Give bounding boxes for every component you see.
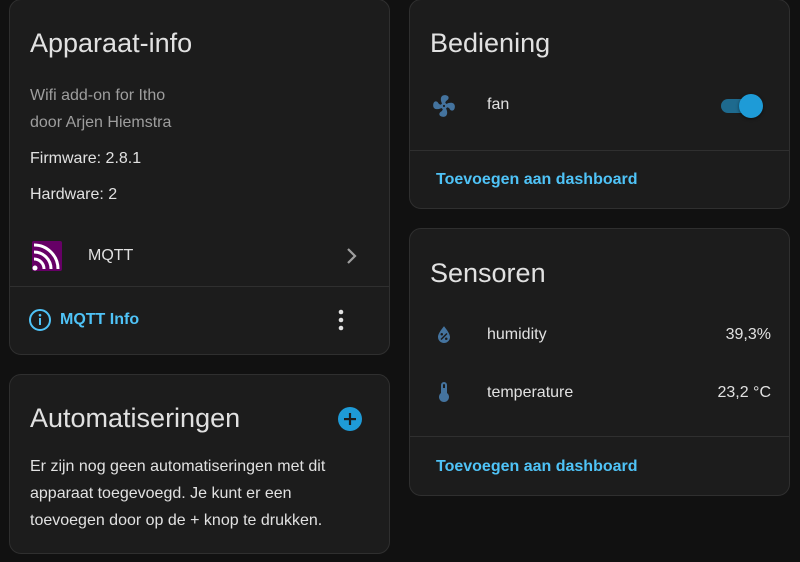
fan-toggle[interactable] <box>718 92 768 120</box>
automations-empty-line-3: toevoegen door op de + knop te drukken. <box>30 512 323 529</box>
device-model: Wifi add-on for Itho <box>30 87 166 104</box>
device-info-title: Apparaat-info <box>30 28 193 58</box>
sensors-title: Sensoren <box>430 258 546 288</box>
humidity-value: 39,3% <box>725 326 771 343</box>
mqtt-integration-row[interactable]: MQTT <box>10 230 389 282</box>
device-info-divider <box>10 286 389 287</box>
automations-empty-line-1: Er zijn nog geen automatiseringen met di… <box>30 458 326 475</box>
add-automation-icon[interactable] <box>337 406 363 432</box>
sensors-card: Sensoren humidity 39,3% temperature 23,2… <box>409 228 790 496</box>
fan-toggle-thumb <box>739 94 763 118</box>
firmware-version: Firmware: 2.8.1 <box>30 150 142 167</box>
automations-card: Automatiseringen Er zijn nog geen automa… <box>9 374 390 554</box>
sensors-divider <box>410 436 789 437</box>
automations-empty-line-2: apparaat toegevoegd. Je kunt er een <box>30 485 292 502</box>
temperature-label: temperature <box>487 384 574 401</box>
fan-entity-row[interactable]: fan <box>410 86 789 126</box>
mqtt-info-button[interactable]: MQTT Info <box>27 306 167 336</box>
temperature-value: 23,2 °C <box>717 384 771 401</box>
thermometer-icon <box>439 382 449 402</box>
device-manufacturer: door Arjen Hiemstra <box>30 114 172 131</box>
controls-divider <box>410 150 789 151</box>
mqtt-logo-icon <box>32 241 62 271</box>
fan-entity-label: fan <box>487 96 510 113</box>
sensors-add-to-dashboard-link[interactable]: Toevoegen aan dashboard <box>436 458 638 476</box>
automations-title: Automatiseringen <box>30 403 241 433</box>
temperature-sensor-row[interactable]: temperature 23,2 °C <box>410 373 789 413</box>
mqtt-info-label: MQTT Info <box>60 311 140 328</box>
controls-title: Bediening <box>430 28 551 58</box>
device-info-card: Apparaat-info Wifi add-on for Itho door … <box>9 0 390 355</box>
water-percent-icon <box>438 326 450 343</box>
hardware-version: Hardware: 2 <box>30 186 118 203</box>
controls-card: Bediening fan Toevoegen aan dashboard <box>409 0 790 209</box>
controls-add-to-dashboard-link[interactable]: Toevoegen aan dashboard <box>436 171 638 189</box>
humidity-label: humidity <box>487 326 547 343</box>
more-vertical-icon[interactable] <box>336 308 346 332</box>
fan-icon <box>433 95 455 117</box>
mqtt-integration-label: MQTT <box>88 247 134 264</box>
chevron-right-icon <box>347 248 357 264</box>
info-icon <box>29 309 51 331</box>
humidity-sensor-row[interactable]: humidity 39,3% <box>410 315 789 355</box>
